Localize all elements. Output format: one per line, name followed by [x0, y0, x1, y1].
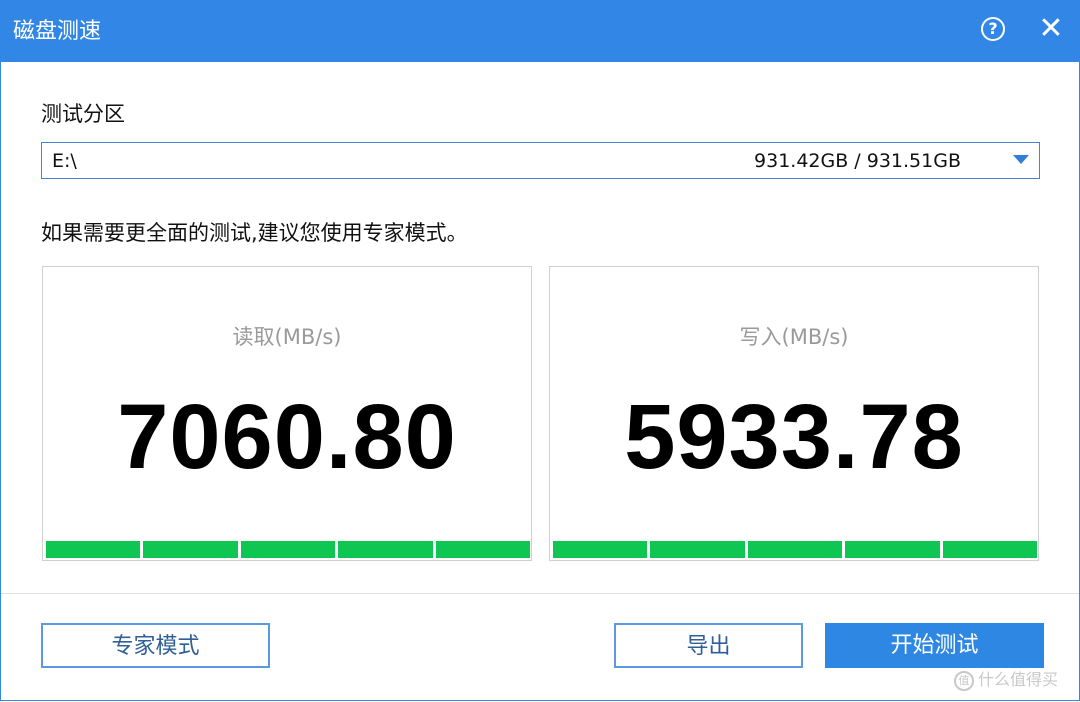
expert-mode-button[interactable]: 专家模式	[41, 623, 270, 668]
progress-segment	[747, 541, 843, 558]
start-test-button[interactable]: 开始测试	[825, 623, 1044, 668]
help-icon[interactable]: ?	[981, 17, 1005, 41]
progress-segment	[942, 541, 1038, 558]
progress-segment	[240, 541, 336, 558]
drive-size: 931.42GB / 931.51GB	[754, 150, 961, 172]
window-title: 磁盘测速	[13, 19, 102, 44]
progress-segment	[338, 541, 433, 558]
read-speed-panel: 读取(MB/s) 7060.80	[42, 266, 532, 561]
partition-select[interactable]: E:\ 931.42GB / 931.51GB	[41, 142, 1040, 179]
partition-label: 测试分区	[41, 102, 125, 126]
write-progress-bar	[553, 541, 1038, 558]
watermark: 值什么值得买	[954, 666, 1058, 694]
expert-hint: 如果需要更全面的测试,建议您使用专家模式。	[41, 221, 468, 245]
write-caption: 写入(MB/s)	[739, 325, 849, 349]
watermark-text: 什么值得买	[978, 670, 1059, 689]
export-button[interactable]: 导出	[614, 623, 803, 668]
progress-segment	[845, 541, 940, 558]
write-speed-panel: 写入(MB/s) 5933.78	[549, 266, 1039, 561]
write-value: 5933.78	[624, 386, 964, 488]
read-value: 7060.80	[117, 386, 457, 488]
progress-segment	[553, 541, 648, 558]
selected-drive: E:\	[52, 150, 77, 172]
watermark-logo-icon: 值	[954, 670, 974, 691]
progress-segment	[650, 541, 745, 558]
footer-divider	[1, 593, 1079, 594]
title-bar: 磁盘测速 ? ✕	[0, 0, 1080, 62]
read-progress-bar	[46, 541, 531, 558]
read-caption: 读取(MB/s)	[232, 325, 342, 349]
progress-segment	[46, 541, 141, 558]
progress-segment	[435, 541, 531, 558]
close-icon[interactable]: ✕	[1036, 14, 1066, 44]
chevron-down-icon[interactable]	[1013, 155, 1029, 164]
progress-segment	[143, 541, 238, 558]
